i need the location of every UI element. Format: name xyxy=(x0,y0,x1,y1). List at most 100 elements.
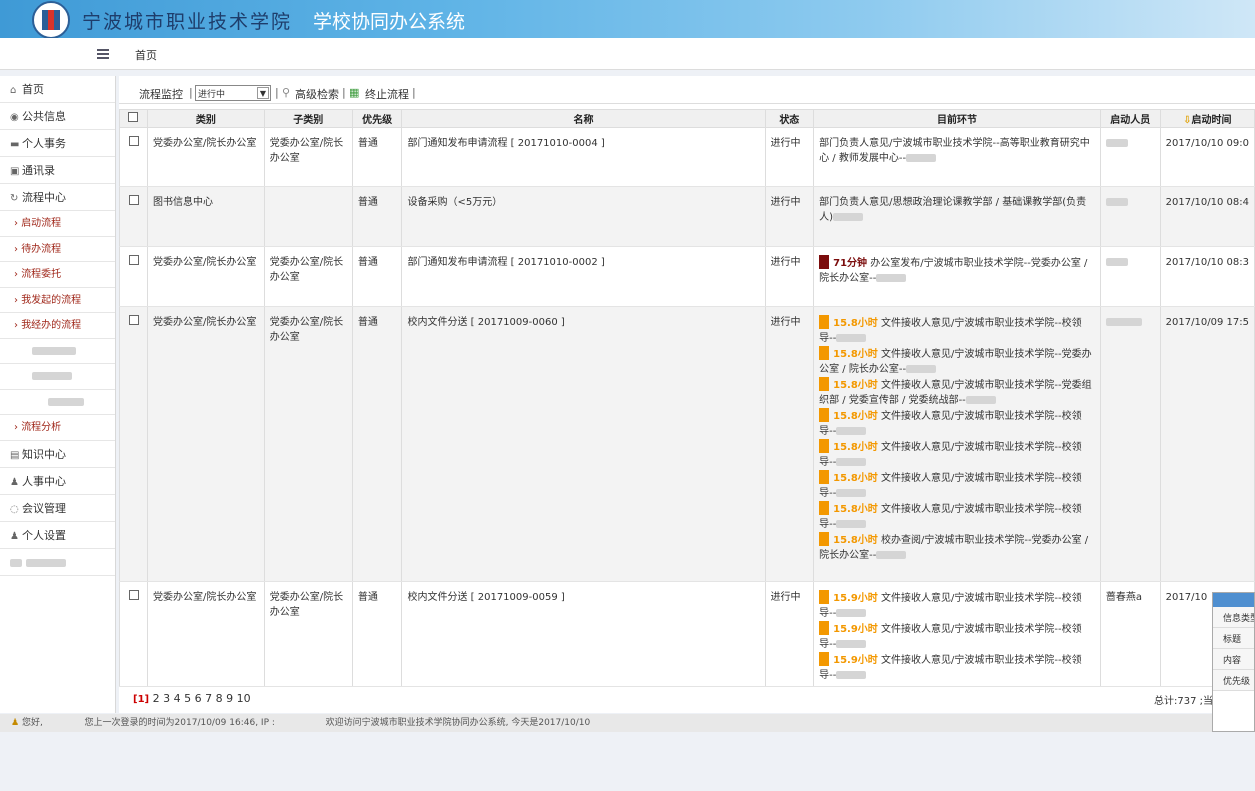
sidebar-subitem[interactable]: › 流程分析 xyxy=(0,415,115,441)
elapsed-time: 15.8小时 xyxy=(833,504,878,515)
column-header[interactable]: ⇩启动时间 xyxy=(1159,109,1255,128)
row-checkbox-cell[interactable] xyxy=(119,186,148,247)
hidden-name xyxy=(906,365,937,373)
sidebar-subitem[interactable]: › 我发起的流程 xyxy=(0,288,115,313)
row-checkbox[interactable] xyxy=(129,136,139,146)
search-icon: ⚲ xyxy=(282,86,291,99)
sidebar-subitem[interactable]: › 启动流程 xyxy=(0,211,115,237)
sidebar-item[interactable]: ▤ 知识中心 xyxy=(0,441,115,468)
popup-field-label: 信息类型 xyxy=(1213,607,1254,628)
top-header: 宁波城市职业技术学院 学校协同办公系统 xyxy=(0,0,1255,38)
status-cell: 进行中 xyxy=(764,127,815,187)
sidebar-item-label: 会议管理 xyxy=(22,501,66,515)
sidebar-item-hidden[interactable] xyxy=(0,549,115,576)
column-header: 类别 xyxy=(146,109,265,128)
globe-icon: ◉ xyxy=(10,112,19,123)
elapsed-time: 15.8小时 xyxy=(833,411,878,422)
breadcrumb-home[interactable]: 首页 xyxy=(135,47,157,63)
sidebar-item[interactable]: ◌ 会议管理 xyxy=(0,495,115,522)
starter-cell xyxy=(1099,127,1161,187)
menu-toggle-icon[interactable] xyxy=(97,49,109,59)
system-title: 学校协同办公系统 xyxy=(313,11,466,33)
process-table: 类别 子类别 优先级 名称 状态 目前环节 启动人员 ⇩启动时间 党委办公室/院长办公室 党委办… xyxy=(119,109,1255,687)
sidebar-item[interactable]: ♟ 个人设置 xyxy=(0,522,115,549)
status-footer: ♟ 您好, 您上一次登录的时间为2017/10/09 16:46, IP : 欢… xyxy=(0,714,1255,732)
sidebar-subitem-hidden[interactable] xyxy=(0,390,115,415)
step-entry: 15.8小时 文件接收人意见/宁波城市职业技术学院--校领导-- xyxy=(819,315,1095,346)
process-name-cell[interactable]: 部门通知发布申请流程 [ 20171010-0004 ] xyxy=(401,127,766,187)
row-checkbox[interactable] xyxy=(129,315,139,325)
current-step-cell: 71分钟 办公室发布/宁波城市职业技术学院--党委办公室 / 院长办公室-- xyxy=(813,246,1101,307)
row-checkbox[interactable] xyxy=(129,195,139,205)
step-entry: 15.9小时 文件接收人意见/宁波城市职业技术学院--校领导-- xyxy=(819,652,1095,683)
sidebar-subitem-hidden[interactable] xyxy=(0,339,115,364)
step-entry: 部门负责人意见/思想政治理论课教学部 / 基础课教学部(负责人) xyxy=(819,195,1095,225)
sidebar-item[interactable]: ▬ 个人事务 xyxy=(0,130,115,157)
elapsed-flag-icon xyxy=(819,439,830,453)
elapsed-time: 15.8小时 xyxy=(833,442,878,453)
sidebar-item[interactable]: ↻ 流程中心 xyxy=(0,184,115,211)
terminate-button[interactable]: 终止流程 xyxy=(365,86,409,102)
notification-popup[interactable]: 信息类型标题内容优先级 xyxy=(1212,592,1255,732)
status-select[interactable]: 进行中 ▼ xyxy=(195,85,271,101)
page-current[interactable]: [1] xyxy=(133,694,149,705)
document-icon: ▤ xyxy=(10,449,20,461)
current-step-cell: 15.8小时 文件接收人意见/宁波城市职业技术学院--校领导-- 15.8小时 文… xyxy=(813,306,1101,582)
row-checkbox-cell[interactable] xyxy=(119,127,148,187)
sidebar-subitem-label: 我发起的流程 xyxy=(21,294,82,306)
table-row[interactable]: 党委办公室/院长办公室 党委办公室/院长办公室 普通 部门通知发布申请流程 [ 201… xyxy=(119,127,1255,187)
subcategory-cell: 党委办公室/院长办公室 xyxy=(263,306,353,582)
column-header: 目前环节 xyxy=(813,109,1101,128)
elapsed-time: 15.8小时 xyxy=(833,318,878,329)
select-all-checkbox[interactable] xyxy=(128,112,139,122)
row-checkbox-cell[interactable] xyxy=(119,581,148,687)
row-checkbox[interactable] xyxy=(129,590,139,600)
popup-header[interactable] xyxy=(1213,593,1254,607)
column-header-label: 启动人员 xyxy=(1110,115,1151,126)
start-time-cell: 2017/10/10 09:0 xyxy=(1159,127,1255,187)
sidebar-item-label: 首页 xyxy=(22,83,44,96)
page-links[interactable]: 2 3 4 5 6 7 8 9 10 xyxy=(153,692,251,705)
table-row[interactable]: 党委办公室/院长办公室 党委办公室/院长办公室 普通 部门通知发布申请流程 [ 201… xyxy=(119,246,1255,307)
step-text: 部门负责人意见/宁波城市职业技术学院--高等职业教育研究中心 / 教师发展中心-… xyxy=(819,138,1090,164)
sidebar-subitem-hidden[interactable] xyxy=(0,364,115,390)
row-checkbox-cell[interactable] xyxy=(119,246,148,307)
sidebar-item-label: 人事中心 xyxy=(22,474,66,488)
sidebar-item[interactable]: ▣ 通讯录 xyxy=(0,157,115,184)
process-name-cell[interactable]: 设备采购（<5万元） xyxy=(401,186,766,247)
status-cell: 进行中 xyxy=(764,246,815,307)
process-name-cell[interactable]: 部门通知发布申请流程 [ 20171010-0002 ] xyxy=(401,246,766,307)
elapsed-time: 15.8小时 xyxy=(833,349,878,360)
separator: | xyxy=(189,86,193,99)
elapsed-time: 15.9小时 xyxy=(833,593,878,604)
advanced-search-button[interactable]: 高级检索 xyxy=(295,86,339,102)
sidebar-item[interactable]: ◉ 公共信息 xyxy=(0,103,115,130)
sidebar-subitem[interactable]: › 流程委托 xyxy=(0,262,115,288)
user-icon: ♟ xyxy=(11,718,20,728)
refresh-icon: ↻ xyxy=(10,193,19,204)
main-panel: 流程监控 | 进行中 ▼ | ⚲ 高级检索 | ▦ 终止流程 | 类别 子类别 优先级… xyxy=(119,76,1255,713)
sidebar-item[interactable]: ⌂ 首页 xyxy=(0,76,115,103)
table-row[interactable]: 党委办公室/院长办公室 党委办公室/院长办公室 普通 校内文件分送 [ 2017100… xyxy=(119,306,1255,582)
category-cell: 图书信息中心 xyxy=(146,186,265,247)
status-cell: 进行中 xyxy=(764,581,815,687)
select-all-checkbox-cell[interactable] xyxy=(119,109,148,128)
status-cell: 进行中 xyxy=(764,186,815,247)
popup-field-label: 优先级 xyxy=(1213,670,1254,691)
process-name-cell[interactable]: 校内文件分送 [ 20171009-0059 ] xyxy=(401,581,766,687)
starter-cell xyxy=(1099,306,1161,582)
table-row[interactable]: 党委办公室/院长办公室 党委办公室/院长办公室 普通 校内文件分送 [ 2017100… xyxy=(119,581,1255,687)
monitor-label: 流程监控 xyxy=(139,88,183,101)
hidden-starter xyxy=(1105,318,1142,326)
elapsed-time: 15.9小时 xyxy=(833,624,878,635)
sidebar-subitem-label: 启动流程 xyxy=(21,218,62,229)
chevron-down-icon: ▼ xyxy=(257,87,269,99)
process-name-cell[interactable]: 校内文件分送 [ 20171009-0060 ] xyxy=(401,306,766,582)
start-time-cell: 2017/10/10 08:4 xyxy=(1159,186,1255,247)
sidebar-subitem[interactable]: › 待办流程 xyxy=(0,237,115,262)
table-row[interactable]: 图书信息中心 普通 设备采购（<5万元） 进行中 部门负责人意见/思想政治理论课教学部 … xyxy=(119,186,1255,247)
sidebar-item[interactable]: ♟ 人事中心 xyxy=(0,468,115,495)
row-checkbox-cell[interactable] xyxy=(119,306,148,582)
sidebar-subitem[interactable]: › 我经办的流程 xyxy=(0,313,115,339)
row-checkbox[interactable] xyxy=(129,255,139,265)
